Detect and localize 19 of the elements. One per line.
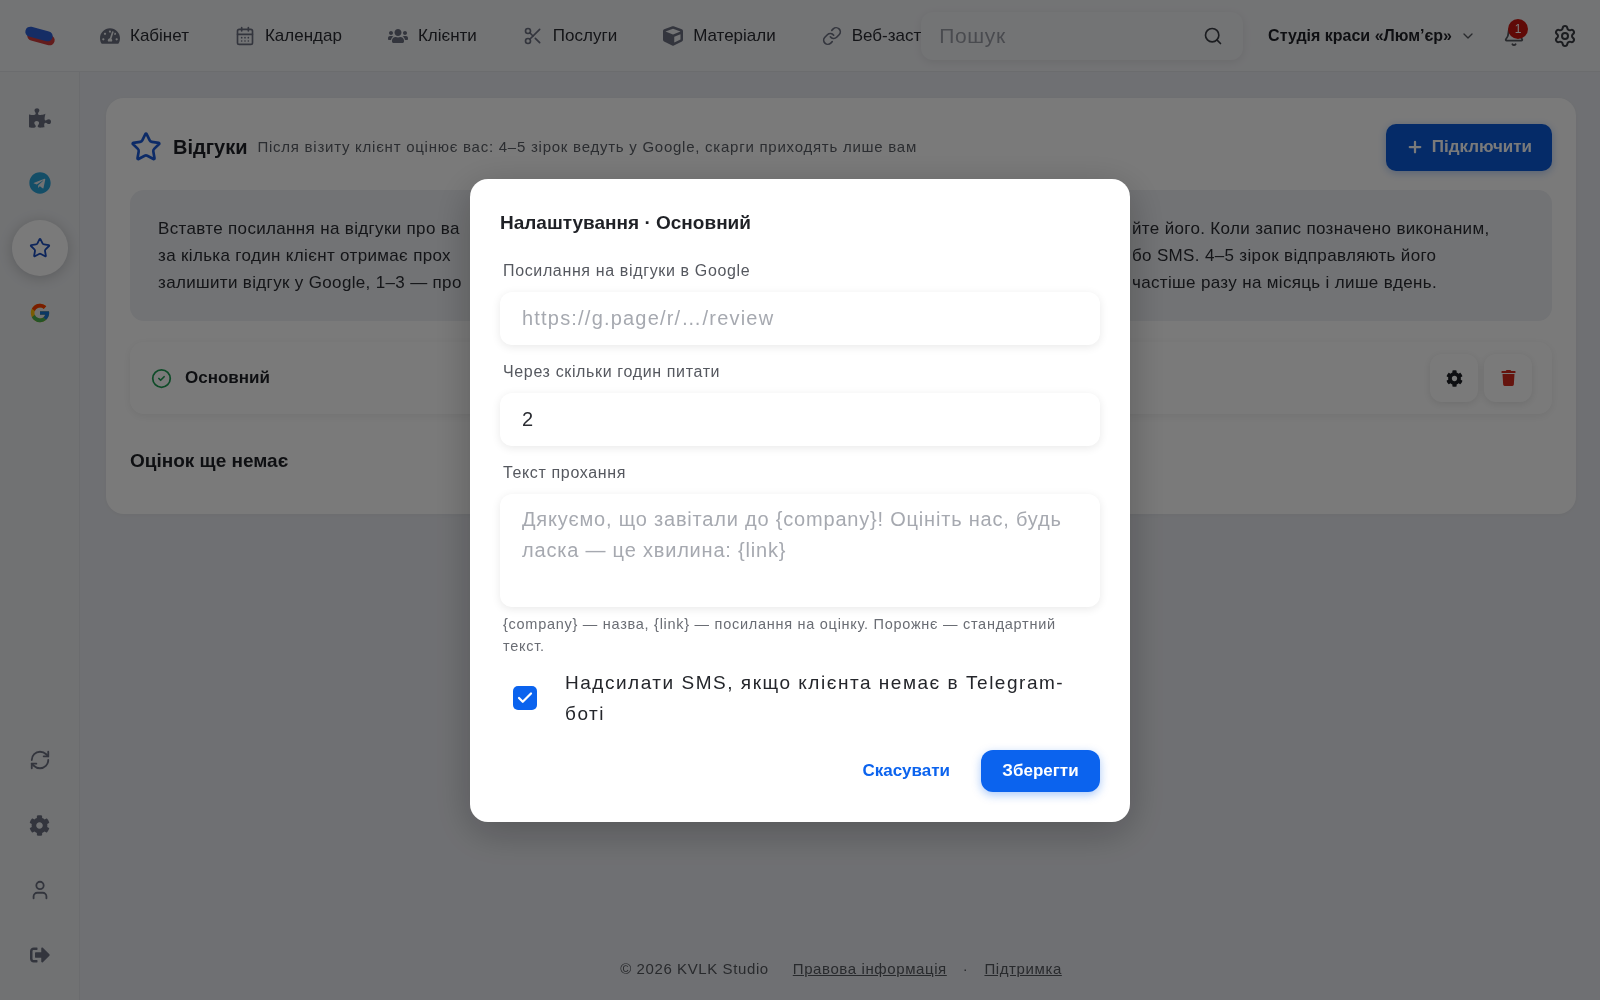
notification-badge: 1 bbox=[1508, 18, 1528, 39]
description-text: йте його. Коли запис позначено виконаним, bbox=[1132, 218, 1490, 240]
integration-name: Основний bbox=[185, 367, 270, 390]
page-title: Відгуки bbox=[173, 135, 248, 160]
field-label: Через скільки годин питати bbox=[503, 362, 721, 381]
dialog-title: Налаштування · Основний bbox=[500, 210, 752, 235]
description-text: частіше разу на місяць і лише вдень. bbox=[1132, 272, 1437, 294]
hint-text: {company} — назва, {link} — посилання на оцінку. Порожнє — стандартний текст. bbox=[503, 614, 1057, 656]
field-label: Текст прохання bbox=[503, 463, 627, 482]
footer-separator: · bbox=[962, 958, 969, 979]
copyright-text: © 2026 KVLK Studio bbox=[620, 958, 769, 979]
description-text: Вставте посилання на відгуки про ва bbox=[158, 218, 460, 240]
empty-state-text: Оцінок ще немає bbox=[130, 449, 289, 473]
description-text: бо SMS. 4–5 зірок відправляють його bbox=[1132, 245, 1437, 267]
description-text: залишити відгук у Google, 1–3 — про bbox=[158, 272, 462, 294]
field-label: Посилання на відгуки в Google bbox=[503, 261, 751, 280]
checkbox-label: Надсилати SMS, якщо клієнта немає в Telegram-боті bbox=[565, 670, 1066, 726]
page-subtitle: Після візиту клієнт оцінює вас: 4–5 зірок ведуть у Google, скарги приходять лише вам bbox=[257, 136, 917, 157]
description-text: за кілька годин клієнт отримає прох bbox=[158, 245, 451, 267]
